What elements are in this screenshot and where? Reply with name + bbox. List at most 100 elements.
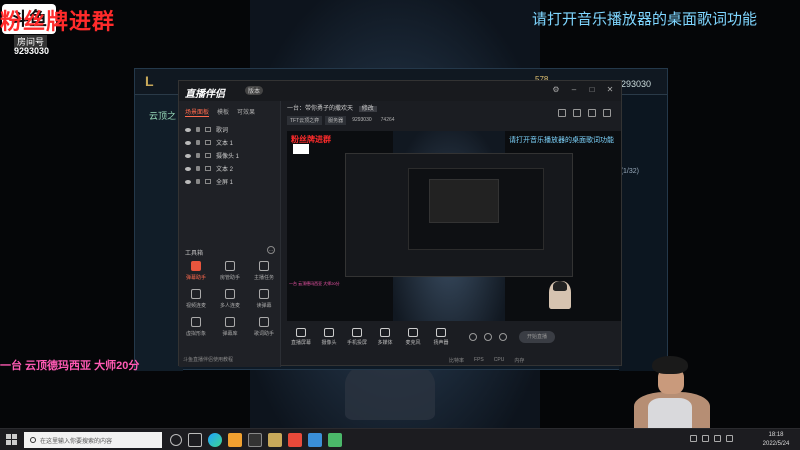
- preview-marquee: 一台 云顶德玛西亚 大师20分: [289, 281, 340, 286]
- minimize-icon[interactable]: –: [569, 85, 579, 95]
- tool-video-link[interactable]: 视频连麦: [179, 289, 213, 309]
- tab-template[interactable]: 模板: [217, 107, 229, 117]
- source-item[interactable]: 全屏 1: [185, 175, 274, 188]
- source-list: 歌词 文本 1 摄像头 1 文本 2 全屏 1: [179, 121, 280, 190]
- record-icon[interactable]: [469, 333, 477, 341]
- app-version-badge[interactable]: 版本: [245, 86, 264, 95]
- lyrics-icon: [259, 317, 269, 327]
- window-controls: ⚙ – □ ✕: [551, 85, 615, 95]
- share-icon[interactable]: [558, 109, 566, 117]
- webcam-hair: [652, 356, 688, 374]
- webcam-shirt: [648, 398, 692, 428]
- tool-danmaku-library[interactable]: 弹幕库: [213, 317, 247, 337]
- lyrics-tip: 请打开音乐播放器的桌面歌词功能: [532, 11, 758, 28]
- lock-icon[interactable]: [196, 179, 200, 184]
- tool-label: 主播任务: [253, 275, 274, 281]
- clock-date: 2022/5/24: [762, 441, 790, 447]
- preview-webcam: [549, 281, 571, 309]
- media-button[interactable]: 多媒体: [371, 328, 399, 346]
- close-icon[interactable]: ✕: [605, 85, 615, 95]
- ime-icon[interactable]: [726, 435, 733, 442]
- tool-multi-link[interactable]: 多人连麦: [213, 289, 247, 309]
- tool-lyrics-assistant[interactable]: 歌词助手: [247, 317, 281, 337]
- system-tray: [690, 435, 733, 442]
- app-icon[interactable]: [248, 433, 262, 447]
- lock-icon[interactable]: [196, 166, 200, 171]
- source-icon: [205, 179, 211, 184]
- server-tag[interactable]: 服务器: [325, 116, 347, 125]
- app-icon[interactable]: [288, 433, 302, 447]
- lock-icon[interactable]: [196, 153, 200, 158]
- tool-label: 摄像头: [321, 340, 337, 346]
- maximize-icon[interactable]: □: [587, 85, 597, 95]
- speaker-icon: [259, 289, 269, 299]
- game-client-right-panel: [619, 95, 667, 371]
- lock-icon[interactable]: [196, 140, 200, 145]
- tool-host-tasks[interactable]: 主播任务: [247, 261, 281, 281]
- taskbar-search[interactable]: 在这里输入你要搜索的内容: [24, 432, 162, 448]
- tab-scene[interactable]: 场景面板: [185, 107, 210, 117]
- eye-icon[interactable]: [185, 166, 191, 171]
- tutorial-notice[interactable]: 斗鱼直播伴侣使用教程: [183, 356, 233, 363]
- app-icon[interactable]: [308, 433, 322, 447]
- eye-icon[interactable]: [185, 153, 191, 158]
- settings-icon[interactable]: [603, 109, 611, 117]
- source-label: 文本 2: [216, 167, 234, 173]
- screen-capture-button[interactable]: 直播屏幕: [287, 328, 315, 346]
- streaming-app-icon[interactable]: [228, 433, 242, 447]
- camera-icon: [324, 328, 334, 337]
- source-item[interactable]: 文本 1: [185, 136, 274, 149]
- stream-tags: TFT云顶之弈 服务器 9293030 74264: [287, 116, 398, 125]
- game-client-tab[interactable]: 云顶之: [149, 109, 176, 122]
- tool-label: 直播屏幕: [290, 340, 311, 346]
- settings-icon[interactable]: ⚙: [551, 85, 561, 95]
- stream-preview[interactable]: 粉丝牌进群 请打开音乐播放器的桌面歌词功能 一台 云顶德玛西亚 大师20分: [287, 131, 621, 321]
- edge-icon[interactable]: [208, 433, 222, 447]
- edit-title-button[interactable]: 修改: [358, 106, 377, 112]
- streaming-app-window[interactable]: 直播伴侣 版本 ⚙ – □ ✕ 场景面板 模板 可效果 歌词 文本 1 摄像头 …: [178, 80, 622, 367]
- room-number: 9293030: [352, 117, 372, 123]
- eye-icon[interactable]: [185, 179, 191, 184]
- cortana-icon[interactable]: [170, 434, 182, 446]
- volume-icon[interactable]: [714, 435, 721, 442]
- lock-icon[interactable]: [573, 109, 581, 117]
- lock-icon[interactable]: [196, 127, 200, 132]
- network-icon[interactable]: [702, 435, 709, 442]
- tool-avatar[interactable]: 虚拟形象: [179, 317, 213, 337]
- tool-read-danmaku[interactable]: 读弹幕: [247, 289, 281, 309]
- webcam-overlay: [626, 356, 710, 428]
- status-item: 内存: [514, 358, 525, 364]
- tray-chevron-icon[interactable]: [690, 435, 697, 442]
- taskbar-apps: [170, 433, 342, 447]
- lol-logo-icon: L: [145, 73, 154, 89]
- phone-cast-button[interactable]: 手机投屏: [343, 328, 371, 346]
- tool-room-manager[interactable]: 房管助手: [213, 261, 247, 281]
- speaker-button[interactable]: 扬声器: [427, 328, 455, 346]
- library-icon: [225, 317, 235, 327]
- windows-start-icon[interactable]: [6, 434, 17, 445]
- eye-icon[interactable]: [185, 127, 191, 132]
- microphone-button[interactable]: 麦克风: [399, 328, 427, 346]
- app-icon[interactable]: [328, 433, 342, 447]
- source-item[interactable]: 文本 2: [185, 162, 274, 175]
- camera-button[interactable]: 摄像头: [315, 328, 343, 346]
- source-item[interactable]: 摄像头 1: [185, 149, 274, 162]
- tool-danmaku-assistant[interactable]: 弹幕助手: [179, 261, 213, 281]
- taskbar-clock[interactable]: 18:18 2022/5/24: [756, 431, 796, 449]
- category-tag[interactable]: TFT云顶之弈: [287, 116, 323, 125]
- gear-icon[interactable]: [499, 333, 507, 341]
- clock-time: 18:18: [768, 432, 784, 438]
- heat-count: 74264: [380, 117, 395, 123]
- eye-icon[interactable]: [185, 140, 191, 145]
- tab-effects[interactable]: 可效果: [237, 107, 255, 117]
- eye-icon[interactable]: [484, 333, 492, 341]
- start-stream-button[interactable]: 开始直播: [519, 331, 555, 343]
- more-icon[interactable]: …: [267, 246, 275, 254]
- status-item: CPU: [493, 357, 505, 363]
- source-item[interactable]: 歌词: [185, 123, 274, 136]
- stream-title-text: 一台：带你勇子的撒欢天: [287, 106, 354, 112]
- bell-icon[interactable]: [588, 109, 596, 117]
- lol-icon[interactable]: [268, 433, 282, 447]
- tool-label: 视频连麦: [185, 303, 206, 309]
- task-view-icon[interactable]: [188, 433, 202, 447]
